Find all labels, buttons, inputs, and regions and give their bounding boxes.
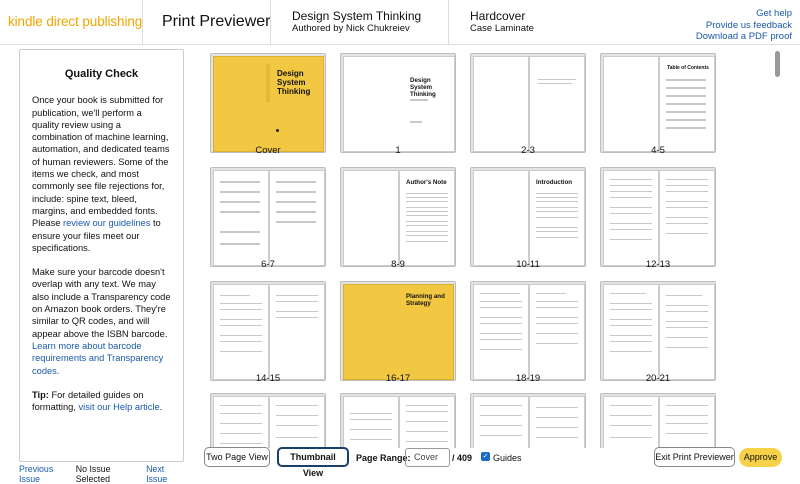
thumbnail-caption: 16-17: [385, 373, 411, 384]
page-range-label: Page Range:: [356, 453, 411, 463]
page-title: Print Previewer: [162, 13, 271, 30]
guides-checkbox[interactable]: ✓: [481, 452, 490, 461]
cover-title: Design System Thinking: [277, 69, 311, 96]
book-format-sub: Case Laminate: [470, 23, 534, 34]
qc-text: Make sure your barcode doesn't overlap w…: [32, 267, 171, 339]
qc-text: .: [159, 402, 163, 413]
bottom-toolbar: Two Page View Thumbnail View Page Range:…: [0, 447, 800, 478]
quality-check-text: Once your book is submitted for publicat…: [32, 94, 171, 254]
exit-previewer-button[interactable]: Exit Print Previewer: [654, 447, 735, 467]
thumbnail-page-22-23[interactable]: [210, 393, 326, 448]
guidelines-link[interactable]: review our guidelines: [63, 218, 150, 228]
thumbnail-caption: 12-13: [645, 259, 671, 270]
thumbnail-scrollbar[interactable]: [773, 49, 781, 446]
qc-text: Once your book is submitted for publicat…: [32, 95, 170, 229]
get-help-link[interactable]: Get help: [696, 8, 792, 20]
authors-note-title: Author's Note: [406, 179, 447, 186]
header-divider: [448, 0, 449, 45]
thumbnail-caption: 4-5: [651, 145, 665, 156]
thumbnail-caption: Cover: [255, 145, 281, 156]
chapter-title: Planning and Strategy: [406, 293, 445, 307]
barcode-text: Make sure your barcode doesn't overlap w…: [32, 266, 171, 377]
feedback-link[interactable]: Provide us feedback: [696, 20, 792, 32]
header-bar: kindle direct publishing Print Previewer…: [0, 0, 800, 45]
scrollbar-thumb[interactable]: [775, 51, 780, 77]
header-divider: [142, 0, 143, 45]
toc-title: Table of Contents: [667, 65, 709, 71]
kdp-logo: kindle direct publishing: [8, 14, 143, 29]
two-page-view-button[interactable]: Two Page View: [204, 447, 270, 467]
header-links: Get help Provide us feedback Download a …: [696, 8, 792, 43]
page-title-text: Design System Thinking: [410, 77, 436, 98]
thumbnail-page-26-27[interactable]: [470, 393, 586, 448]
thumbnail-caption: 10-11: [516, 259, 540, 270]
thumbnail-caption: 1: [395, 145, 401, 156]
tip-text: Tip: For detailed guides on formatting, …: [32, 389, 171, 414]
quality-check-title: Quality Check: [64, 68, 139, 80]
approve-button[interactable]: Approve: [739, 448, 782, 467]
thumbnail-caption: 2-3: [521, 145, 535, 156]
thumbnail-caption: 18-19: [515, 373, 541, 384]
thumbnail-caption: 8-9: [391, 259, 405, 270]
tip-label: Tip:: [32, 389, 49, 400]
header-divider: [270, 0, 271, 45]
barcode-link[interactable]: Learn more about barcode requirements an…: [32, 341, 163, 376]
thumbnail-caption: 14-15: [255, 373, 281, 384]
thumbnail-page-24-25[interactable]: [340, 393, 456, 448]
thumbnail-page-28-29[interactable]: [600, 393, 716, 448]
introduction-title: Introduction: [536, 179, 573, 186]
help-article-link[interactable]: visit our Help article: [79, 402, 160, 412]
thumbnail-caption: 20-21: [645, 373, 671, 384]
book-author: Authored by Nick Chukreiev: [292, 23, 410, 34]
page-range-input[interactable]: Cover: [405, 448, 450, 467]
download-pdf-link[interactable]: Download a PDF proof: [696, 31, 792, 43]
thumbnail-view-button[interactable]: Thumbnail View: [277, 447, 349, 478]
thumbnail-caption: 6-7: [261, 259, 275, 270]
book-title: Design System Thinking: [292, 9, 422, 23]
quality-check-panel: Quality Check Once your book is submitte…: [19, 49, 184, 462]
total-pages: / 409: [452, 453, 473, 463]
book-format: Hardcover: [470, 9, 526, 23]
guides-label: Guides: [493, 453, 522, 463]
